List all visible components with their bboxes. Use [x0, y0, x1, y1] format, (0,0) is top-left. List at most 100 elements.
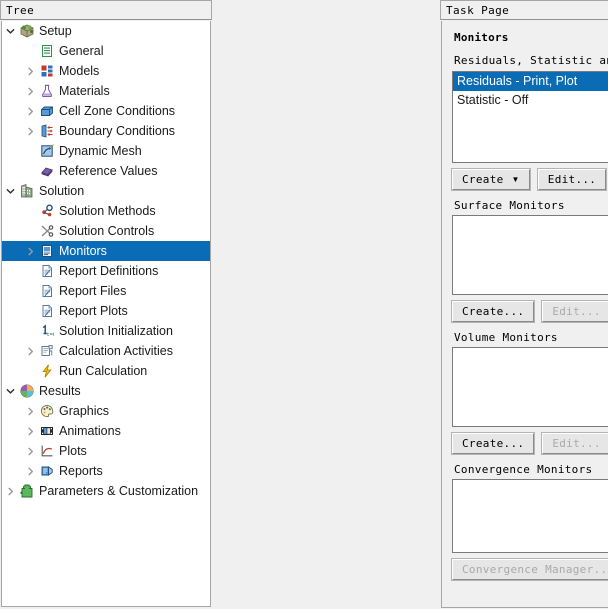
button-label: Edit...	[547, 173, 597, 186]
tree-node-dynamic-mesh[interactable]: Dynamic Mesh	[2, 141, 210, 161]
tree-node-models[interactable]: Models	[2, 61, 210, 81]
monitors-icon	[38, 242, 56, 260]
tree-node-solution-controls[interactable]: Solution Controls	[2, 221, 210, 241]
chevron-down-icon[interactable]: ▼	[512, 175, 520, 184]
tree-twisty-placeholder	[22, 141, 38, 161]
chevron-right-icon[interactable]	[2, 481, 18, 501]
panel-splitter[interactable]	[213, 0, 219, 609]
tree-node-reports[interactable]: Reports	[2, 461, 210, 481]
section-label: Volume Monitors	[454, 331, 558, 344]
svg-text:t=0: t=0	[47, 332, 54, 338]
task-page-body: Monitors Residuals, Statistic and Force …	[441, 21, 608, 608]
tree-node-graphics[interactable]: Graphics	[2, 401, 210, 421]
chevron-right-icon[interactable]	[22, 81, 38, 101]
chevron-right-icon[interactable]	[22, 421, 38, 441]
report-icon	[38, 282, 56, 300]
chevron-right-icon[interactable]	[22, 61, 38, 81]
monitor-listbox[interactable]: Residuals - Print, Plot Statistic - Off	[452, 71, 608, 163]
tree-node-boundary-conditions[interactable]: Boundary Conditions	[2, 121, 210, 141]
tree-node-report-plots[interactable]: Report Plots	[2, 301, 210, 321]
boundary-conditions-icon	[38, 122, 56, 140]
monitor-section: Volume MonitorsCreate...Edit...Delete	[452, 331, 608, 454]
button-label: Create...	[462, 305, 525, 318]
chevron-right-icon[interactable]	[22, 121, 38, 141]
chevron-right-icon[interactable]	[22, 461, 38, 481]
tree-node-results[interactable]: Results	[2, 381, 210, 401]
fluent-workbench-window: Tree Setup General Models Materials Cell Zon…	[0, 0, 608, 609]
tree-node-solution[interactable]: Solution	[2, 181, 210, 201]
tree-node-label: Setup	[39, 24, 72, 38]
tree-node-label: General	[59, 44, 104, 58]
button-label: Create...	[462, 437, 525, 450]
create-button[interactable]: Create ▼	[452, 169, 530, 190]
run-calculation-icon	[38, 362, 56, 380]
monitor-listbox[interactable]	[452, 347, 608, 427]
chevron-down-icon[interactable]	[2, 381, 18, 401]
tree-node-reference-values[interactable]: Reference Values	[2, 161, 210, 181]
tree-node-solution-methods[interactable]: Solution Methods	[2, 201, 210, 221]
tree-node-general[interactable]: General	[2, 41, 210, 61]
tree-node-cell-zone-conditions[interactable]: Cell Zone Conditions	[2, 101, 210, 121]
tree-node-label: Materials	[59, 84, 110, 98]
tree-node-label: Boundary Conditions	[59, 124, 176, 138]
button-label: Convergence Manager...	[462, 563, 608, 576]
chevron-right-icon[interactable]	[22, 241, 38, 261]
tree-node-label: Results	[39, 384, 81, 398]
page-title: Monitors	[454, 31, 509, 44]
chevron-right-icon[interactable]	[22, 441, 38, 461]
tree-node-materials[interactable]: Materials	[2, 81, 210, 101]
monitor-section: Convergence Monitors Convergence Manager.…	[452, 463, 608, 580]
edit-button: Edit...	[542, 301, 608, 322]
animations-film-icon	[38, 422, 56, 440]
tree-node-label: Reference Values	[59, 164, 158, 178]
tree-twisty-placeholder	[22, 321, 38, 341]
chevron-right-icon[interactable]	[22, 341, 38, 361]
tree-node-solution-initialization[interactable]: t=0 Solution Initialization	[2, 321, 210, 341]
tree-node-label: Report Plots	[59, 304, 128, 318]
reference-values-icon	[38, 162, 56, 180]
list-item[interactable]: Residuals - Print, Plot	[453, 72, 608, 91]
tree-twisty-placeholder	[22, 161, 38, 181]
tree-node-label: Cell Zone Conditions	[59, 104, 176, 118]
monitor-listbox[interactable]	[452, 215, 608, 295]
edit-button[interactable]: Edit...	[537, 169, 607, 190]
tree-twisty-placeholder	[22, 201, 38, 221]
general-icon	[38, 42, 56, 60]
tree-node-plots[interactable]: Plots	[2, 441, 210, 461]
setup-icon	[18, 22, 36, 40]
chevron-down-icon[interactable]	[2, 21, 18, 41]
tree-twisty-placeholder	[22, 281, 38, 301]
reports-icon	[38, 462, 56, 480]
cell-zone-icon	[38, 102, 56, 120]
tree-panel-title: Tree	[6, 3, 35, 17]
tree-list[interactable]: Setup General Models Materials Cell Zone Con…	[1, 21, 211, 607]
tree-node-setup[interactable]: Setup	[2, 21, 210, 41]
tree-panel: Tree Setup General Models Materials Cell Zon…	[0, 0, 212, 609]
tree-node-report-files[interactable]: Report Files	[2, 281, 210, 301]
tree-node-run-calculation[interactable]: Run Calculation	[2, 361, 210, 381]
task-page-title: Task Page	[446, 3, 510, 17]
button-label: Edit...	[552, 437, 601, 450]
chevron-right-icon[interactable]	[22, 101, 38, 121]
tree-twisty-placeholder	[22, 41, 38, 61]
list-item[interactable]: Statistic - Off	[453, 91, 608, 110]
tree-twisty-placeholder	[22, 301, 38, 321]
tree-node-label: Run Calculation	[59, 364, 148, 378]
create-button[interactable]: Create...	[452, 301, 535, 322]
solution-controls-icon	[38, 222, 56, 240]
tree-node-animations[interactable]: Animations	[2, 421, 210, 441]
monitor-listbox[interactable]	[452, 479, 608, 553]
plots-icon	[38, 442, 56, 460]
results-icon	[18, 382, 36, 400]
chevron-down-icon[interactable]	[2, 181, 18, 201]
chevron-right-icon[interactable]	[22, 401, 38, 421]
create-button[interactable]: Create...	[452, 433, 535, 454]
tree-node-report-definitions[interactable]: Report Definitions	[2, 261, 210, 281]
tree-node-label: Animations	[59, 424, 121, 438]
tree-node-monitors[interactable]: Monitors	[2, 241, 210, 261]
tree-node-calculation-activities[interactable]: Calculation Activities	[2, 341, 210, 361]
tree-node-parameters-customization[interactable]: Parameters & Customization	[2, 481, 210, 501]
task-page-header: Task Page ✕	[440, 0, 608, 20]
monitor-section: Residuals, Statistic and Force Monitors R…	[452, 54, 608, 190]
section-label: Convergence Monitors	[454, 463, 593, 476]
